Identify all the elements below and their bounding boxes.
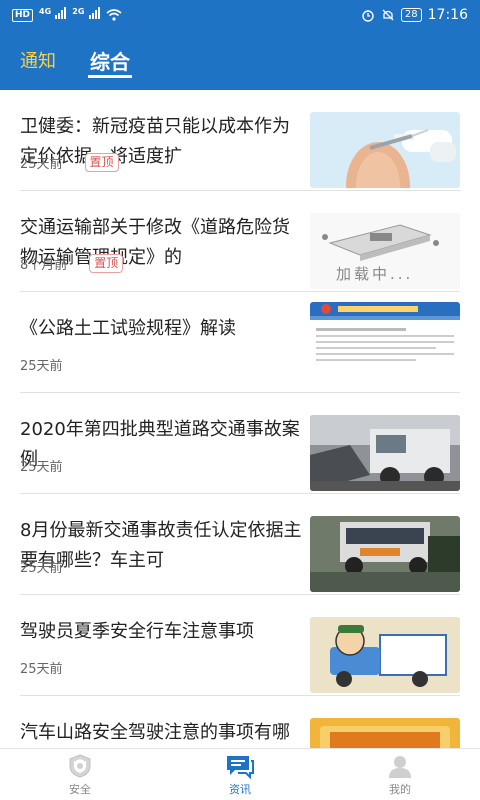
- hd-indicator: HD: [12, 8, 34, 22]
- network-type-label-2: 2G: [72, 7, 85, 16]
- news-time: 25天前: [20, 460, 63, 475]
- news-thumbnail: [310, 516, 460, 592]
- news-thumbnail: 加载中...: [310, 213, 460, 289]
- shield-icon: [69, 753, 91, 778]
- status-right: 28 17:16: [361, 7, 468, 23]
- news-thumbnail: [310, 718, 460, 748]
- news-item[interactable]: 交通运输部关于修改《道路危险货物运输管理规定》的 8个月前 置顶 加载中...: [0, 191, 480, 292]
- news-thumbnail: [310, 112, 460, 188]
- signal-icon-2: 2G: [72, 7, 100, 23]
- nav-safety[interactable]: 安全: [0, 749, 160, 800]
- wifi-icon: [106, 9, 122, 21]
- nav-news[interactable]: 资讯: [160, 749, 320, 800]
- user-icon: [389, 755, 411, 778]
- news-item[interactable]: 汽车山路安全驾驶注意的事项有哪些: [0, 696, 480, 748]
- news-time: 25天前: [20, 561, 63, 576]
- pinned-badge: 置顶: [89, 254, 124, 273]
- news-title: 驾驶员夏季安全行车注意事项: [20, 621, 254, 642]
- pinned-badge: 置顶: [84, 153, 119, 172]
- news-thumbnail: [310, 415, 460, 491]
- news-item[interactable]: 《公路土工试验规程》解读 25天前: [0, 292, 480, 393]
- status-left: HD 4G 2G: [12, 7, 122, 23]
- loading-text: 加载中...: [336, 265, 414, 283]
- news-time: 8个月前: [20, 258, 68, 273]
- tab-notice[interactable]: 通知: [20, 30, 56, 90]
- news-item[interactable]: 8月份最新交通事故责任认定依据主要有哪些？车主可 25天前: [0, 494, 480, 595]
- signal-icon: 4G: [39, 7, 67, 23]
- news-title: 汽车山路安全驾驶注意的事项有哪些: [20, 722, 290, 743]
- news-chat-icon: [227, 755, 254, 779]
- bottom-navigation: 安全 资讯 我的: [0, 748, 480, 800]
- news-time: 25天前: [20, 359, 63, 374]
- news-thumbnail: [310, 302, 460, 378]
- nav-label: 资讯: [229, 782, 251, 796]
- news-time: 25天前: [20, 662, 63, 677]
- news-feed[interactable]: 卫健委：新冠疫苗只能以成本作为定价依据，将适度扩 25天前 置顶 交通运输部关于…: [0, 90, 480, 748]
- status-bar: HD 4G 2G 28 17:16: [0, 0, 480, 30]
- battery-level: 28: [400, 8, 422, 22]
- news-item[interactable]: 卫健委：新冠疫苗只能以成本作为定价依据，将适度扩 25天前 置顶: [0, 90, 480, 191]
- news-thumbnail: [310, 617, 460, 693]
- news-item[interactable]: 驾驶员夏季安全行车注意事项 25天前: [0, 595, 480, 696]
- tab-general[interactable]: 综合: [88, 30, 132, 90]
- nav-label: 安全: [69, 782, 91, 796]
- nav-label: 我的: [389, 782, 411, 796]
- news-time: 25天前: [20, 157, 63, 172]
- news-title: 《公路土工试验规程》解读: [20, 318, 236, 339]
- mute-icon: [382, 9, 394, 21]
- nav-profile[interactable]: 我的: [320, 749, 480, 800]
- network-type-label: 4G: [39, 7, 52, 16]
- clock: 17:16: [427, 7, 468, 23]
- news-item[interactable]: 2020年第四批典型道路交通事故案例 25天前: [0, 393, 480, 494]
- alarm-icon: [362, 10, 374, 22]
- header-tabs: 通知 综合: [0, 30, 480, 90]
